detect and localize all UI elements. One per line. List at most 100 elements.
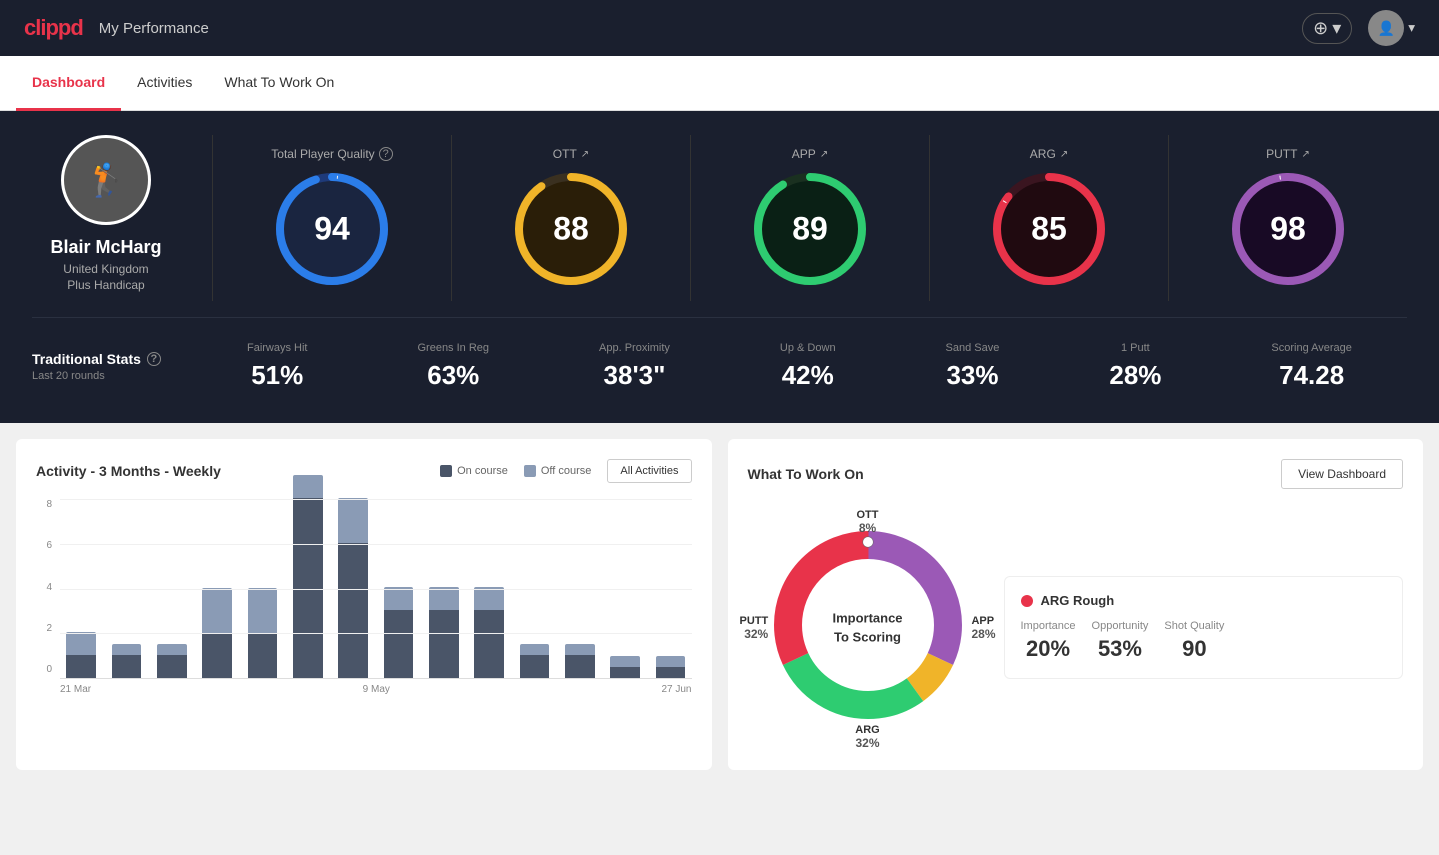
total-quality-value: 94 [314, 211, 350, 248]
bar-bottom [384, 610, 414, 678]
bar-top [565, 644, 595, 655]
avatar-chevron-icon: ▾ [1408, 20, 1415, 36]
trad-stats-sublabel: Last 20 rounds [32, 370, 192, 382]
add-button[interactable]: ⊕ ▾ [1302, 13, 1352, 44]
off-course-dot [524, 465, 536, 477]
activity-panel-title: Activity - 3 Months - Weekly [36, 463, 221, 479]
bar-top [610, 656, 640, 667]
bar-bottom [66, 655, 96, 678]
chart-content: 21 Mar 9 May 27 Jun [60, 499, 692, 695]
avatar: 👤 [1368, 10, 1404, 46]
app-segment-label: APP 28% [971, 615, 995, 641]
bar-top [656, 656, 686, 667]
player-card: 🏌️ Blair McHarg United Kingdom Plus Hand… [32, 135, 212, 292]
arg-arrow-icon: ↗ [1060, 149, 1068, 160]
bar-bottom [293, 498, 323, 678]
wtwo-content: ImportanceTo Scoring OTT 8% APP 28% ARG … [748, 505, 1404, 750]
bar-bottom [157, 655, 187, 678]
bar-top [66, 632, 96, 655]
stat-up-and-down: Up & Down 42% [780, 342, 836, 391]
arg-detail-dot [1021, 595, 1033, 607]
header-right: ⊕ ▾ 👤 ▾ [1302, 10, 1415, 46]
trad-info-icon[interactable]: ? [147, 352, 161, 366]
bar-group [105, 499, 147, 678]
bar-bottom [248, 633, 278, 678]
all-activities-button[interactable]: All Activities [607, 459, 691, 483]
what-to-work-on-panel: What To Work On View Dashboard [728, 439, 1424, 770]
metric-putt: PUTT ↗ 98 [1169, 135, 1407, 301]
bottom-panels: Activity - 3 Months - Weekly On course O… [0, 423, 1439, 786]
metric-ott: OTT ↗ 88 [452, 135, 691, 301]
view-dashboard-button[interactable]: View Dashboard [1281, 459, 1403, 489]
bar-top [474, 587, 504, 610]
stat-items: Fairways Hit 51% Greens In Reg 63% App. … [192, 342, 1407, 391]
metric-app: APP ↗ 89 [691, 135, 930, 301]
bar-top [248, 588, 278, 633]
app-arrow-icon: ↗ [820, 149, 828, 160]
header-left: clippd My Performance [24, 15, 209, 41]
putt-label: PUTT ↗ [1266, 147, 1310, 161]
bar-group [151, 499, 193, 678]
player-name: Blair McHarg [50, 237, 161, 258]
tab-dashboard[interactable]: Dashboard [16, 56, 121, 111]
bar-group [468, 499, 510, 678]
arg-value: 85 [1031, 211, 1067, 248]
player-avatar: 🏌️ [61, 135, 151, 225]
ott-label: OTT ↗ [553, 147, 589, 161]
arg-shot-quality: Shot Quality 90 [1164, 620, 1224, 662]
ott-value: 88 [553, 211, 589, 248]
bar-group [423, 499, 465, 678]
trad-label-block: Traditional Stats ? Last 20 rounds [32, 351, 192, 382]
bar-top [293, 475, 323, 498]
bar-top [157, 644, 187, 655]
info-icon[interactable]: ? [379, 147, 393, 161]
logo: clippd [24, 15, 83, 41]
activity-panel-header: Activity - 3 Months - Weekly On course O… [36, 459, 692, 483]
bar-bottom [112, 655, 142, 678]
wtwo-panel-header: What To Work On View Dashboard [748, 459, 1404, 489]
stat-fairways-hit: Fairways Hit 51% [247, 342, 308, 391]
putt-value: 98 [1270, 211, 1306, 248]
player-handicap: Plus Handicap [67, 278, 144, 292]
bar-group [241, 499, 283, 678]
stat-sand-save: Sand Save 33% [946, 342, 1000, 391]
chart-wrapper: 86420 21 Mar 9 May 2 [36, 499, 692, 695]
arg-detail-card: ARG Rough Importance 20% Opportunity 53%… [1004, 576, 1404, 679]
arg-opportunity: Opportunity 53% [1092, 620, 1149, 662]
tab-what-to-work-on[interactable]: What To Work On [208, 56, 350, 111]
app-gauge: 89 [750, 169, 870, 289]
donut-wrapper: ImportanceTo Scoring OTT 8% APP 28% ARG … [748, 505, 988, 750]
tab-activities[interactable]: Activities [121, 56, 208, 111]
arg-importance: Importance 20% [1021, 620, 1076, 662]
chart-controls: On course Off course All Activities [440, 459, 691, 483]
bar-bottom [656, 667, 686, 678]
putt-gauge: 98 [1228, 169, 1348, 289]
donut-center-label: ImportanceTo Scoring [832, 608, 902, 647]
bar-top [429, 587, 459, 610]
metrics-row: Total Player Quality ? 94 OTT ↗ [212, 135, 1407, 301]
bar-group [513, 499, 555, 678]
bar-group [377, 499, 419, 678]
hero-top: 🏌️ Blair McHarg United Kingdom Plus Hand… [32, 135, 1407, 301]
total-quality-gauge: 94 [272, 169, 392, 289]
x-axis: 21 Mar 9 May 27 Jun [60, 679, 692, 695]
ott-gauge: 88 [511, 169, 631, 289]
bar-group [287, 499, 329, 678]
bars-container [60, 499, 692, 679]
player-country: United Kingdom [63, 262, 148, 276]
hero-section: 🏌️ Blair McHarg United Kingdom Plus Hand… [0, 111, 1439, 423]
ott-segment-label: OTT 8% [857, 509, 879, 535]
arg-detail-title: ARG Rough [1021, 593, 1387, 608]
metric-total-quality: Total Player Quality ? 94 [213, 135, 452, 301]
stat-1-putt: 1 Putt 28% [1109, 342, 1161, 391]
bar-bottom [474, 610, 504, 678]
bar-top [338, 498, 368, 543]
arg-segment-label: ARG 32% [855, 724, 879, 750]
legend-on-course: On course [440, 465, 508, 477]
trad-stats-label: Traditional Stats ? [32, 351, 192, 367]
bar-bottom [565, 655, 595, 678]
bar-group [559, 499, 601, 678]
avatar-button[interactable]: 👤 ▾ [1368, 10, 1415, 46]
stat-greens-in-reg: Greens In Reg 63% [417, 342, 489, 391]
app-label: APP ↗ [792, 147, 828, 161]
